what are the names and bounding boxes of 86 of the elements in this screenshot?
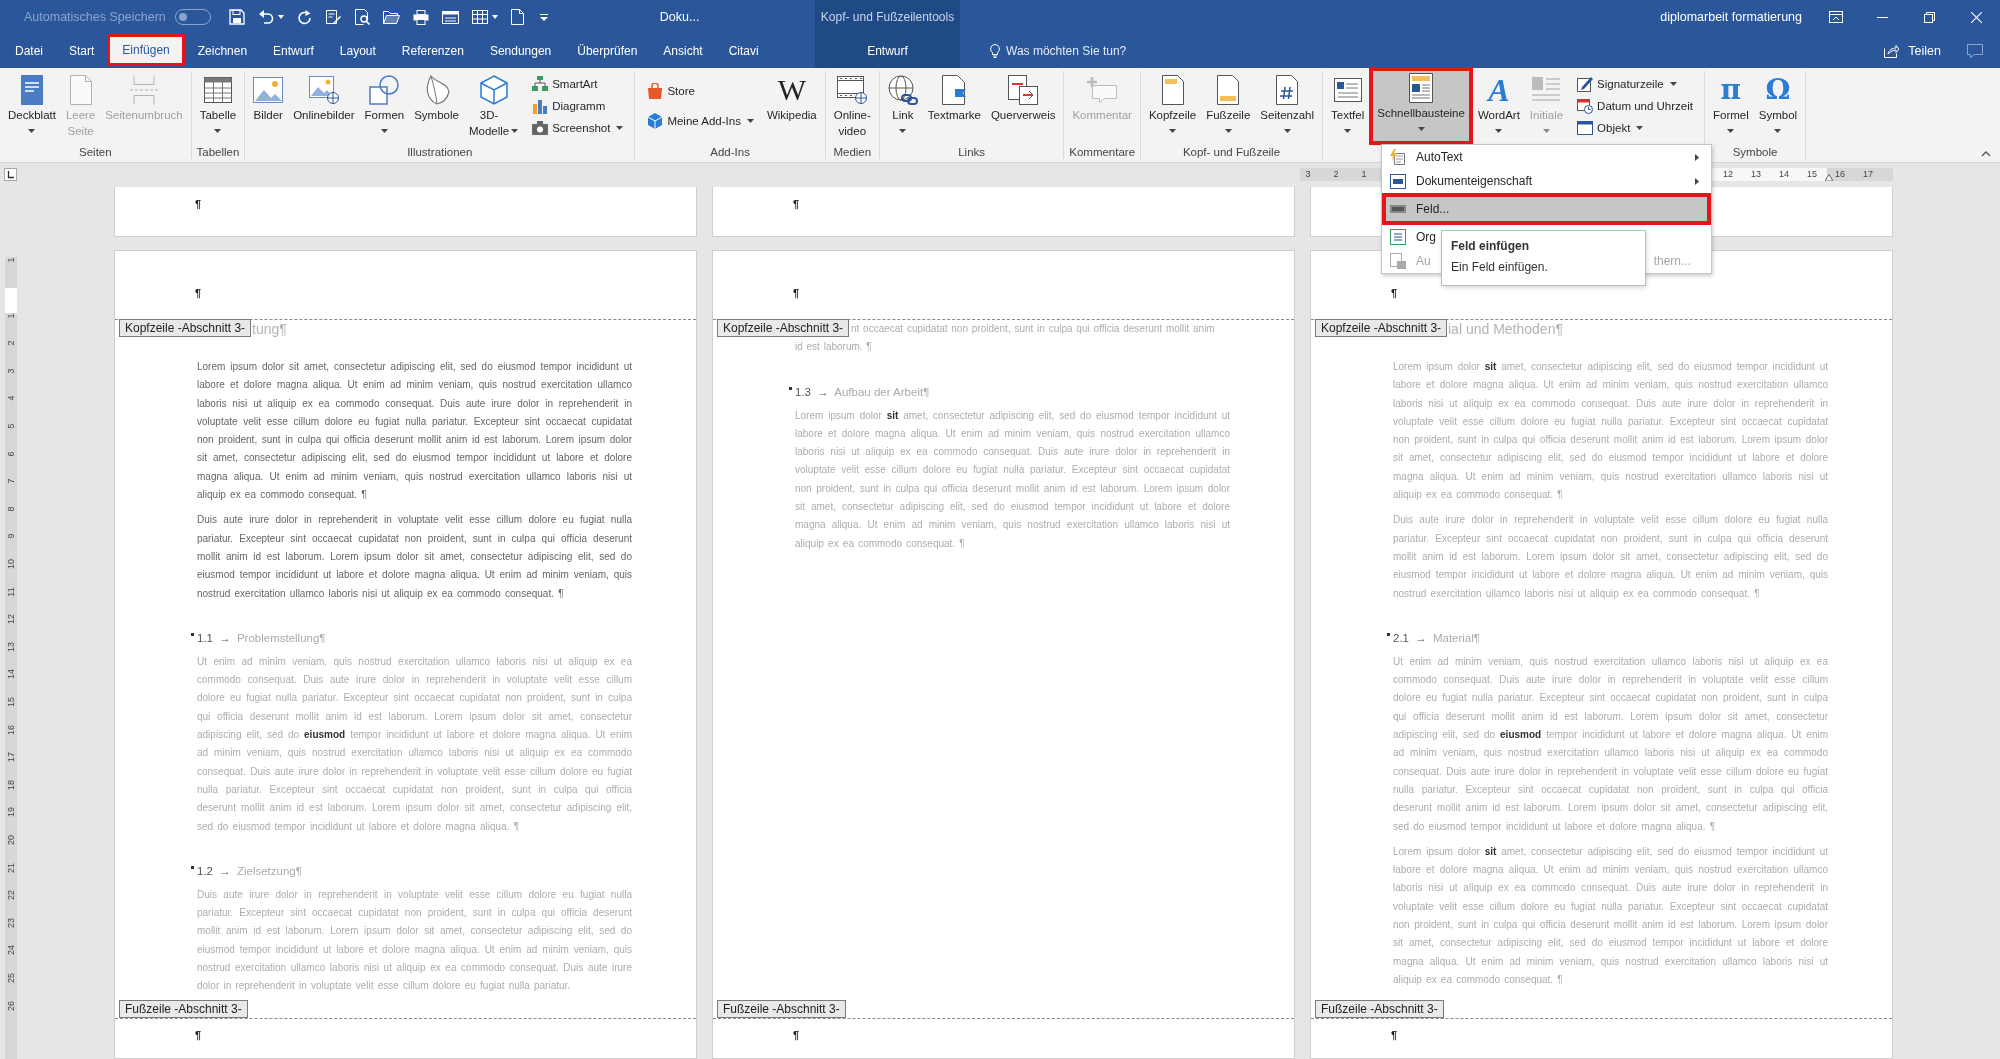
document-title: Doku... — [659, 10, 700, 24]
ruler-number: 3 — [1304, 168, 1312, 181]
account-name: diplomarbeit formatierung — [1660, 10, 1802, 24]
body-text-line: id est laborum. ¶ — [795, 340, 873, 355]
omega-icon: Ω — [1765, 75, 1791, 105]
a-letter-icon: A — [1488, 75, 1510, 105]
contextual-tab-title: Kopf- und Fußzeilentools — [820, 10, 955, 24]
body-paragraph: Lorem ipsum dolor sit amet, consectetur adipiscing elit, sed do eiusmod tempor incididunt ut labore et dolore magna aliqua. Ut enim ad minim veniam, quis nostrud exercitation ullamco laboris nisi ut aliquip ex ea commodo consequat. Duis aute irure dolor in reprehenderit in voluptate velit esse cillum dolore eu fugiat nulla pariatur. Excepteur sint occaecat cupidatat non proident, sunt in culpa qui officia deserunt mollit anim id est laborum. Lorem ipsum dolor sit amet, consectetur adipiscing elit, sed do eiusmod tempor incididunt ut labore et dolore magna aliqua. Ut enim ad minim veniam, quis nostrud exercitation ullamco laboris nisi ut aliquip ex ea commodo consequat. ¶ — [197, 360, 632, 503]
paragraph-mark: ¶ — [195, 1029, 202, 1041]
ruler-number: 7 — [6, 477, 16, 486]
chapter-heading: ial und Methoden¶ — [1448, 320, 1564, 338]
ruler-number: 21 — [6, 861, 16, 874]
ruler-number: 9 — [6, 532, 16, 541]
paragraph-mark: ¶ — [793, 198, 800, 210]
tooltip-text: Ein Feld einfügen. — [1451, 259, 1549, 276]
ruler-number: 26 — [6, 999, 16, 1012]
group-label: Seiten — [79, 146, 112, 158]
paragraph-mark: ¶ — [1391, 287, 1398, 299]
footer-area-label: Fußzeile -Abschnitt 3- — [1315, 1000, 1444, 1018]
ruler-number: 24 — [6, 944, 16, 957]
ruler-number: 3 — [6, 367, 16, 376]
ruler-number: 20 — [6, 834, 16, 846]
ruler-number: 17 — [6, 751, 16, 764]
group-label: Kopf- und Fußzeile — [1182, 146, 1281, 158]
ruler-number: 10 — [6, 558, 16, 570]
section-heading: 1.1 → Problemstellung¶ — [197, 630, 327, 646]
paragraph-mark: ¶ — [1391, 1029, 1398, 1041]
group-label: Add-Ins — [710, 146, 750, 158]
body-paragraph: Duis aute irure dolor in reprehenderit in voluptate velit esse cillum dolore eu fugiat nulla pariatur. Excepteur sint occaecat cupidatat non proident, sunt in culpa qui officia deserunt mollit anim id est laborum. Lorem ipsum dolor sit amet, consectetur adipiscing elit, sed do eiusmod tempor incididunt ut labore et dolore magna aliqua. Ut enim ad minim veniam, quis nostrud exercitation ullamco laboris nisi ut aliquip ex ea commodo consequat. ¶ — [1393, 513, 1828, 601]
body-paragraph: Ut enim ad minim veniam, quis nostrud exercitation ullamco laboris nisi ut aliquip ex ea commodo consequat. Duis aute irure dolor in reprehenderit in voluptate velit esse cillum dolore eu fugiat nulla pariatur. Excepteur sint occaecat cupidatat non proident, sunt in culpa qui officia deserunt mollit anim id est laborum. Lorem ipsum dolor sit amet, consectetur adipiscing elit, sed do eiusmod tempor incididunt ut labore et dolore magna aliqua. Ut enim ad minim veniam, quis nostrud exercitation ullamco laboris nisi ut aliquip ex ea commodo consequat. Duis aute irure dolor in reprehenderit in voluptate velit esse cillum dolore eu fugiat nulla pariatur. Excepteur sint occaecat cupidatat non proident, sunt in culpa qui officia deserunt mollit anim id est laborum. Lorem ipsum dolor sit amet, consectetur adipiscing elit, sed do eiusmod tempor incididunt ut labore et dolore magna aliqua. ¶ — [1393, 654, 1828, 834]
body-paragraph: Duis aute irure dolor in reprehenderit in voluptate velit esse cillum dolore eu fugiat nulla pariatur. Excepteur sint occaecat cupidatat non proident, sunt in culpa qui officia deserunt mollit anim id est laborum. Lorem ipsum dolor sit amet, consectetur adipiscing elit, sed do eiusmod tempor incididunt ut labore et dolore magna aliqua. Ut enim ad minim veniam, quis nostrud exercitation ullamco laboris nisi ut aliquip ex ea commodo consequat. Duis aute irure dolor in reprehenderit in voluptate velit esse cillum dolore eu fugiat nulla pariatur. — [197, 887, 632, 994]
group-label: Tabellen — [196, 146, 240, 158]
group-label: Medien — [833, 146, 872, 158]
body-paragraph: Lorem ipsum dolor sit amet, consectetur adipiscing elit, sed do eiusmod tempor incididunt ut labore et dolore magna aliqua. Ut enim ad minim veniam, quis nostrud exercitation ullamco laboris nisi ut aliquip ex ea commodo consequat. Duis aute irure dolor in reprehenderit in voluptate velit esse cillum dolore eu fugiat nulla pariatur. Excepteur sint occaecat cupidatat non proident, sunt in culpa qui officia deserunt mollit anim id est laborum. Lorem ipsum dolor sit amet, consectetur adipiscing elit, sed do eiusmod tempor incididunt ut labore et dolore magna aliqua. Ut enim ad minim veniam, quis nostrud exercitation ullamco laboris nisi ut aliquip ex ea commodo consequat. ¶ — [1393, 360, 1828, 503]
ruler-number: 22 — [6, 889, 16, 902]
ruler-number: 12 — [1722, 168, 1734, 181]
ruler-number: 15 — [1806, 168, 1818, 181]
ruler-number: 11 — [6, 585, 16, 598]
ruler-number: 1 — [6, 312, 16, 321]
group-label: Links — [958, 146, 986, 158]
ruler-number: 15 — [6, 696, 16, 708]
ruler-number: 14 — [6, 668, 16, 681]
footer-area-label: Fußzeile -Abschnitt 3- — [119, 1000, 248, 1018]
paragraph-mark: ¶ — [793, 1029, 800, 1041]
ruler-number: 1 — [1360, 168, 1368, 181]
chapter-heading: tung¶ — [252, 320, 288, 338]
footer-area-label: Fußzeile -Abschnitt 3- — [717, 1000, 846, 1018]
ruler-number: 6 — [6, 450, 16, 459]
group-label: Illustrationen — [407, 146, 473, 158]
ruler-number: 14 — [1778, 168, 1790, 181]
ruler-number: 25 — [6, 972, 16, 984]
ruler-number: 16 — [6, 723, 16, 736]
ruler-number: 2 — [1332, 168, 1340, 181]
ruler-number: 5 — [6, 422, 16, 431]
body-paragraph: Ut enim ad minim veniam, quis nostrud exercitation ullamco laboris nisi ut aliquip ex ea commodo consequat. Duis aute irure dolor in reprehenderit in voluptate velit esse cillum dolore eu fugiat nulla pariatur. Excepteur sint occaecat cupidatat non proident, sunt in culpa qui officia deserunt mollit anim id est laborum. Lorem ipsum dolor sit amet, consectetur adipiscing elit, sed do eiusmod tempor incididunt ut labore et dolore magna aliqua. Ut enim ad minim veniam, quis nostrud exercitation ullamco laboris nisi ut aliquip ex ea commodo consequat. Duis aute irure dolor in reprehenderit in voluptate velit esse cillum dolore eu fugiat nulla pariatur. Excepteur sint occaecat cupidatat non proident, sunt in culpa qui officia deserunt mollit anim id est laborum. Lorem ipsum dolor sit amet, consectetur adipiscing elit, sed do eiusmod tempor incididunt ut labore et dolore magna aliqua. ¶ — [197, 654, 632, 834]
ruler-number: 2 — [6, 339, 16, 348]
group-label: Kommentare — [1069, 146, 1136, 158]
ruler-number: 12 — [6, 613, 16, 626]
body-paragraph: Lorem ipsum dolor sit amet, consectetur adipiscing elit, sed do eiusmod tempor incididunt ut labore et dolore magna aliqua. Ut enim ad minim veniam, quis nostrud exercitation ullamco laboris nisi ut aliquip ex ea commodo consequat. Duis aute irure dolor in reprehenderit in voluptate velit esse cillum dolore eu fugiat nulla pariatur. Excepteur sint occaecat cupidatat non proident, sunt in culpa qui officia deserunt mollit anim id est laborum. Lorem ipsum dolor sit amet, consectetur adipiscing elit, sed do eiusmod tempor incididunt ut labore et dolore magna aliqua. Ut enim ad minim veniam, quis nostrud exercitation ullamco laboris nisi ut aliquip ex ea commodo consequat. ¶ — [1393, 844, 1828, 987]
group-label: Symbole — [1732, 146, 1778, 158]
tooltip-title: Feld einfügen — [1451, 238, 1530, 255]
ruler-number: 23 — [6, 916, 16, 929]
w-letter-icon: W — [777, 75, 806, 105]
ruler-number: 13 — [6, 640, 16, 653]
ruler-number: 8 — [6, 505, 16, 514]
header-area-label: Kopfzeile -Abschnitt 3- — [1315, 319, 1448, 337]
autosave-label: Automatisches Speichern — [24, 10, 166, 24]
ruler-number: 19 — [6, 806, 16, 819]
section-heading: 2.1 → Material¶ — [1393, 630, 1481, 646]
body-paragraph: Duis aute irure dolor in reprehenderit in voluptate velit esse cillum dolore eu fugiat nulla pariatur. Excepteur sint occaecat cupidatat non proident, sunt in culpa qui officia deserunt mollit anim id est laborum. Lorem ipsum dolor sit amet, consectetur adipiscing elit, sed do eiusmod tempor incididunt ut labore et dolore magna aliqua. Ut enim ad minim veniam, quis nostrud exercitation ullamco laboris nisi ut aliquip ex ea commodo consequat. ¶ — [197, 513, 632, 601]
body-text-line: nt occaecat cupidatat non proident, sunt in culpa qui officia deserunt mollit anim — [851, 322, 1216, 336]
paragraph-mark: ¶ — [195, 198, 202, 210]
section-heading: 1.2 → Zielsetzung¶ — [197, 863, 303, 879]
section-heading: 1.3 → Aufbau der Arbeit¶ — [795, 384, 931, 400]
ruler-number: 16 — [1834, 168, 1846, 181]
paragraph-mark: ¶ — [793, 287, 800, 299]
ruler-number: 17 — [1862, 168, 1874, 181]
ruler-number: 18 — [6, 778, 16, 791]
ruler-number: 4 — [6, 394, 16, 403]
ruler-number: 13 — [1750, 168, 1762, 181]
header-area-label: Kopfzeile -Abschnitt 3- — [119, 319, 252, 337]
ruler-number: 1 — [6, 256, 16, 265]
header-area-label: Kopfzeile -Abschnitt 3- — [717, 319, 850, 337]
pi-icon: π — [1720, 75, 1742, 105]
paragraph-mark: ¶ — [195, 287, 202, 299]
body-paragraph: Lorem ipsum dolor sit amet, consectetur adipiscing elit, sed do eiusmod tempor incididunt ut labore et dolore magna aliqua. Ut enim ad minim veniam, quis nostrud exercitation ullamco laboris nisi ut aliquip ex ea commodo consequat. Duis aute irure dolor in reprehenderit in voluptate velit esse cillum dolore eu fugiat nulla pariatur. Excepteur sint occaecat cupidatat non proident, sunt in culpa qui officia deserunt mollit anim id est laborum. Lorem ipsum dolor sit amet, consectetur adipiscing elit, sed do eiusmod tempor incididunt ut labore et dolore magna aliqua. Ut enim ad minim veniam, quis nostrud exercitation ullamco laboris nisi ut aliquip ex ea commodo consequat. ¶ — [795, 408, 1230, 551]
